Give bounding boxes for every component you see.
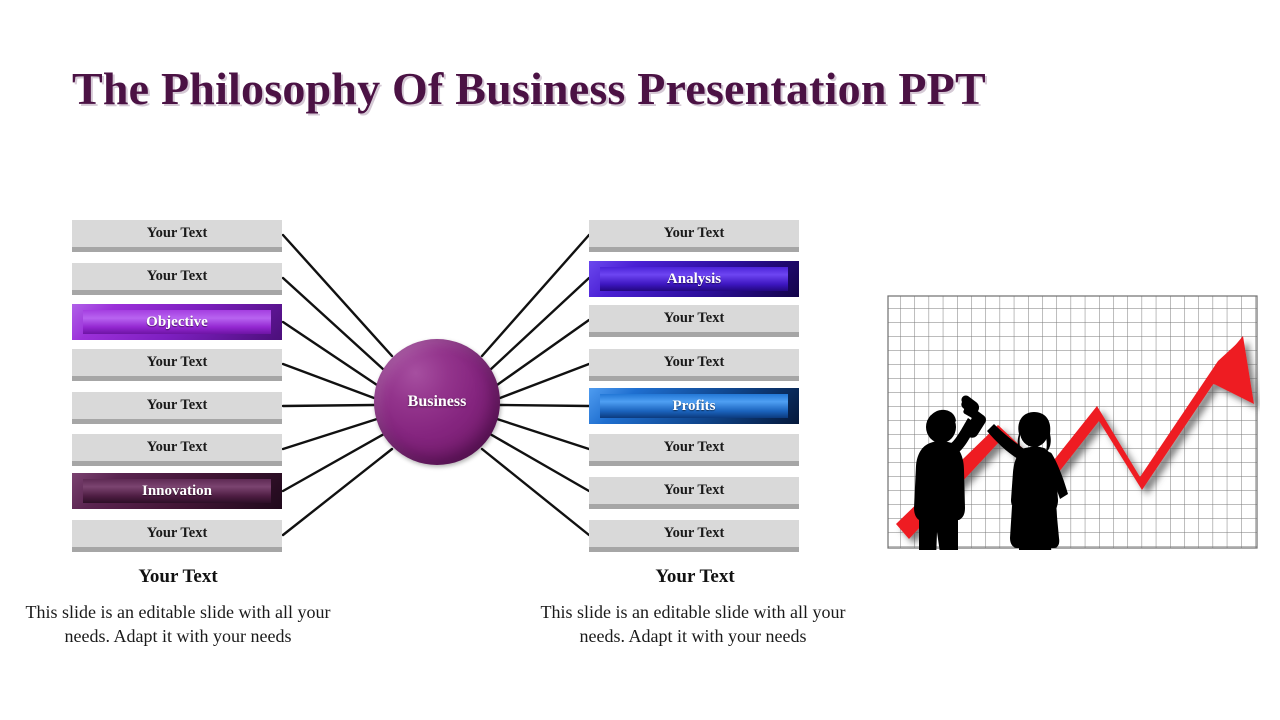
- list-item[interactable]: Your Text: [72, 220, 282, 252]
- list-item-analysis[interactable]: Analysis: [589, 261, 799, 297]
- node-plate-shadow: [72, 419, 282, 424]
- list-item[interactable]: Your Text: [589, 305, 799, 337]
- node-label: Your Text: [146, 439, 208, 456]
- list-item[interactable]: Your Text: [589, 477, 799, 509]
- left-column-caption: Your Text: [138, 566, 218, 587]
- right-column-body: This slide is an editable slide with all…: [540, 602, 846, 647]
- node-label: Profits: [672, 397, 716, 414]
- node-plate: Your Text: [72, 220, 282, 247]
- node-label: Your Text: [146, 397, 208, 414]
- node-label: Innovation: [141, 482, 213, 499]
- list-item[interactable]: Your Text: [72, 434, 282, 466]
- node-plate: Your Text: [589, 520, 799, 547]
- list-item[interactable]: Your Text: [72, 349, 282, 381]
- node-label: Your Text: [663, 439, 725, 456]
- node-label: Objective: [146, 313, 208, 330]
- node-plate: Your Text: [72, 434, 282, 461]
- node-bevel-button: Objective: [72, 304, 282, 340]
- node-label: Your Text: [663, 310, 725, 327]
- node-plate-shadow: [589, 332, 799, 337]
- node-label: Your Text: [663, 354, 725, 371]
- business-growth-graph: [887, 295, 1258, 550]
- node-label: Your Text: [146, 525, 208, 542]
- list-item[interactable]: Your Text: [72, 520, 282, 552]
- node-plate: Your Text: [589, 477, 799, 504]
- node-plate: Your Text: [589, 349, 799, 376]
- node-plate-shadow: [72, 461, 282, 466]
- slide-canvas: The Philosophy Of Business Presentation …: [0, 0, 1280, 720]
- business-diagram: Your Text Your Text Objective Your Text: [0, 0, 880, 720]
- node-label: Your Text: [146, 225, 208, 242]
- node-label: Your Text: [663, 525, 725, 542]
- node-bevel-button: Profits: [589, 388, 799, 424]
- node-label: Your Text: [663, 482, 725, 499]
- node-plate: Your Text: [72, 392, 282, 419]
- node-plate-shadow: [72, 290, 282, 295]
- node-plate-shadow: [589, 461, 799, 466]
- list-item[interactable]: Your Text: [589, 434, 799, 466]
- list-item[interactable]: Your Text: [589, 220, 799, 252]
- node-plate: Your Text: [72, 349, 282, 376]
- list-item[interactable]: Your Text: [72, 392, 282, 424]
- node-plate: Your Text: [72, 263, 282, 290]
- node-plate: Your Text: [589, 220, 799, 247]
- list-item[interactable]: Your Text: [589, 520, 799, 552]
- node-label: Your Text: [663, 225, 725, 242]
- list-item-profits[interactable]: Profits: [589, 388, 799, 424]
- list-item[interactable]: Your Text: [72, 263, 282, 295]
- node-plate-shadow: [72, 376, 282, 381]
- right-column-caption: Your Text: [655, 566, 735, 587]
- node-plate: Your Text: [589, 305, 799, 332]
- left-column-body: This slide is an editable slide with all…: [25, 602, 331, 647]
- node-label: Your Text: [146, 354, 208, 371]
- node-bevel-button: Analysis: [589, 261, 799, 297]
- list-item[interactable]: Your Text: [589, 349, 799, 381]
- node-plate-shadow: [589, 247, 799, 252]
- node-plate-shadow: [72, 247, 282, 252]
- node-plate-shadow: [72, 547, 282, 552]
- node-plate-shadow: [589, 376, 799, 381]
- node-label: Your Text: [146, 268, 208, 285]
- node-plate: Your Text: [589, 434, 799, 461]
- node-bevel-button: Innovation: [72, 473, 282, 509]
- center-node-label: Business: [407, 393, 467, 410]
- list-item-innovation[interactable]: Innovation: [72, 473, 282, 509]
- list-item-objective[interactable]: Objective: [72, 304, 282, 340]
- node-label: Analysis: [666, 270, 722, 287]
- center-node-business[interactable]: Business: [374, 339, 500, 465]
- node-plate-shadow: [589, 547, 799, 552]
- node-plate: Your Text: [72, 520, 282, 547]
- node-plate-shadow: [589, 504, 799, 509]
